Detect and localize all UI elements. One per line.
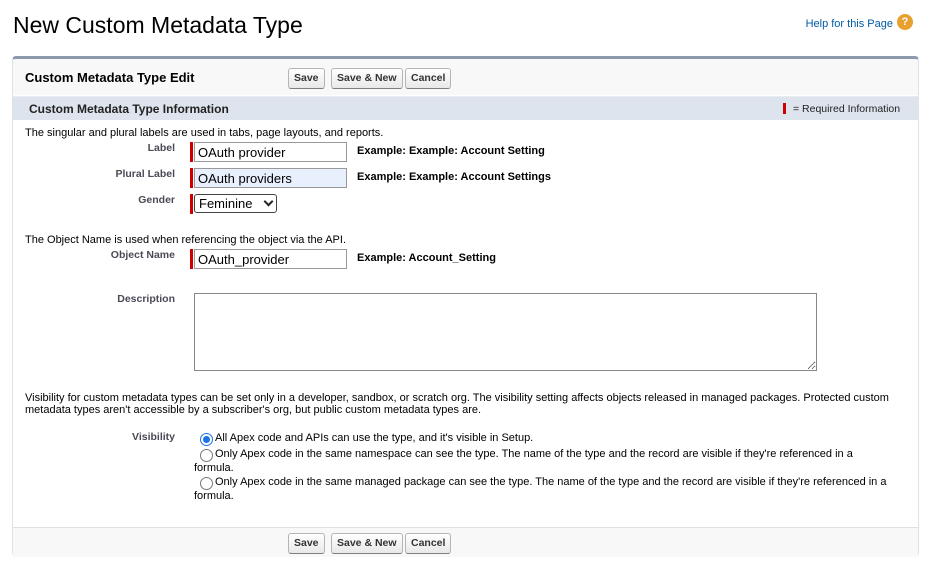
visibility-field-label: Visibility xyxy=(132,431,175,443)
save-button[interactable]: Save xyxy=(288,68,325,89)
object-name-input[interactable] xyxy=(194,249,347,269)
description-textarea[interactable] xyxy=(194,293,817,371)
plural-label-input[interactable] xyxy=(194,168,347,188)
gender-required-mark xyxy=(190,194,193,214)
object-name-field-label: Object Name xyxy=(110,249,175,261)
visibility-info-text: Visibility for custom metadata types can… xyxy=(25,392,889,416)
chevron-down-icon xyxy=(263,196,274,207)
object-name-required-mark xyxy=(190,249,193,269)
plural-label-field-label: Plural Label xyxy=(115,168,175,180)
object-name-example: Example: Account_Setting xyxy=(357,252,496,264)
footer-cancel-button[interactable]: Cancel xyxy=(405,533,452,554)
gender-field-label: Gender xyxy=(138,194,175,206)
label-required-mark xyxy=(190,142,193,162)
visibility-radio-all[interactable] xyxy=(200,433,213,446)
visibility-option-package-text: Only Apex code in the same managed packa… xyxy=(194,475,906,503)
required-indicator xyxy=(783,103,786,114)
label-field-label: Label xyxy=(147,142,175,154)
plural-label-required-mark xyxy=(190,168,193,188)
visibility-option-namespace-label: Only Apex code in the same namespace can… xyxy=(194,448,853,474)
visibility-option-all-text: All Apex code and APIs can use the type,… xyxy=(215,432,534,444)
footer-save-button[interactable]: Save xyxy=(288,533,325,554)
page-title: New Custom Metadata Type xyxy=(13,12,303,38)
visibility-option-namespace-text: Only Apex code in the same namespace can… xyxy=(194,447,894,475)
edit-title: Custom Metadata Type Edit xyxy=(25,70,195,85)
section-title: Custom Metadata Type Information xyxy=(29,102,229,116)
gender-select-value: Feminine xyxy=(199,196,253,211)
description-field-label: Description xyxy=(117,293,175,305)
save-new-button[interactable]: Save & New xyxy=(331,68,403,89)
cancel-button[interactable]: Cancel xyxy=(405,68,452,89)
section-header: Custom Metadata Type Information = Requi… xyxy=(13,96,918,120)
gender-select[interactable]: Feminine xyxy=(194,194,277,213)
footer-bar: Save Save & New Cancel xyxy=(13,527,918,557)
footer-save-new-button[interactable]: Save & New xyxy=(331,533,403,554)
visibility-option-package-label: Only Apex code in the same managed packa… xyxy=(194,476,887,502)
label-example: Example: Example: Account Setting xyxy=(357,145,545,157)
plural-label-example: Example: Example: Account Settings xyxy=(357,171,551,183)
label-input[interactable] xyxy=(194,142,347,162)
edit-panel: Custom Metadata Type Edit Save Save & Ne… xyxy=(12,56,919,557)
labels-info-text: The singular and plural labels are used … xyxy=(25,127,384,139)
object-info-text: The Object Name is used when referencing… xyxy=(25,234,347,246)
help-link[interactable]: Help for this Page xyxy=(806,18,893,30)
required-info-text: = Required Information xyxy=(793,103,901,115)
help-icon[interactable]: ? xyxy=(897,14,913,30)
